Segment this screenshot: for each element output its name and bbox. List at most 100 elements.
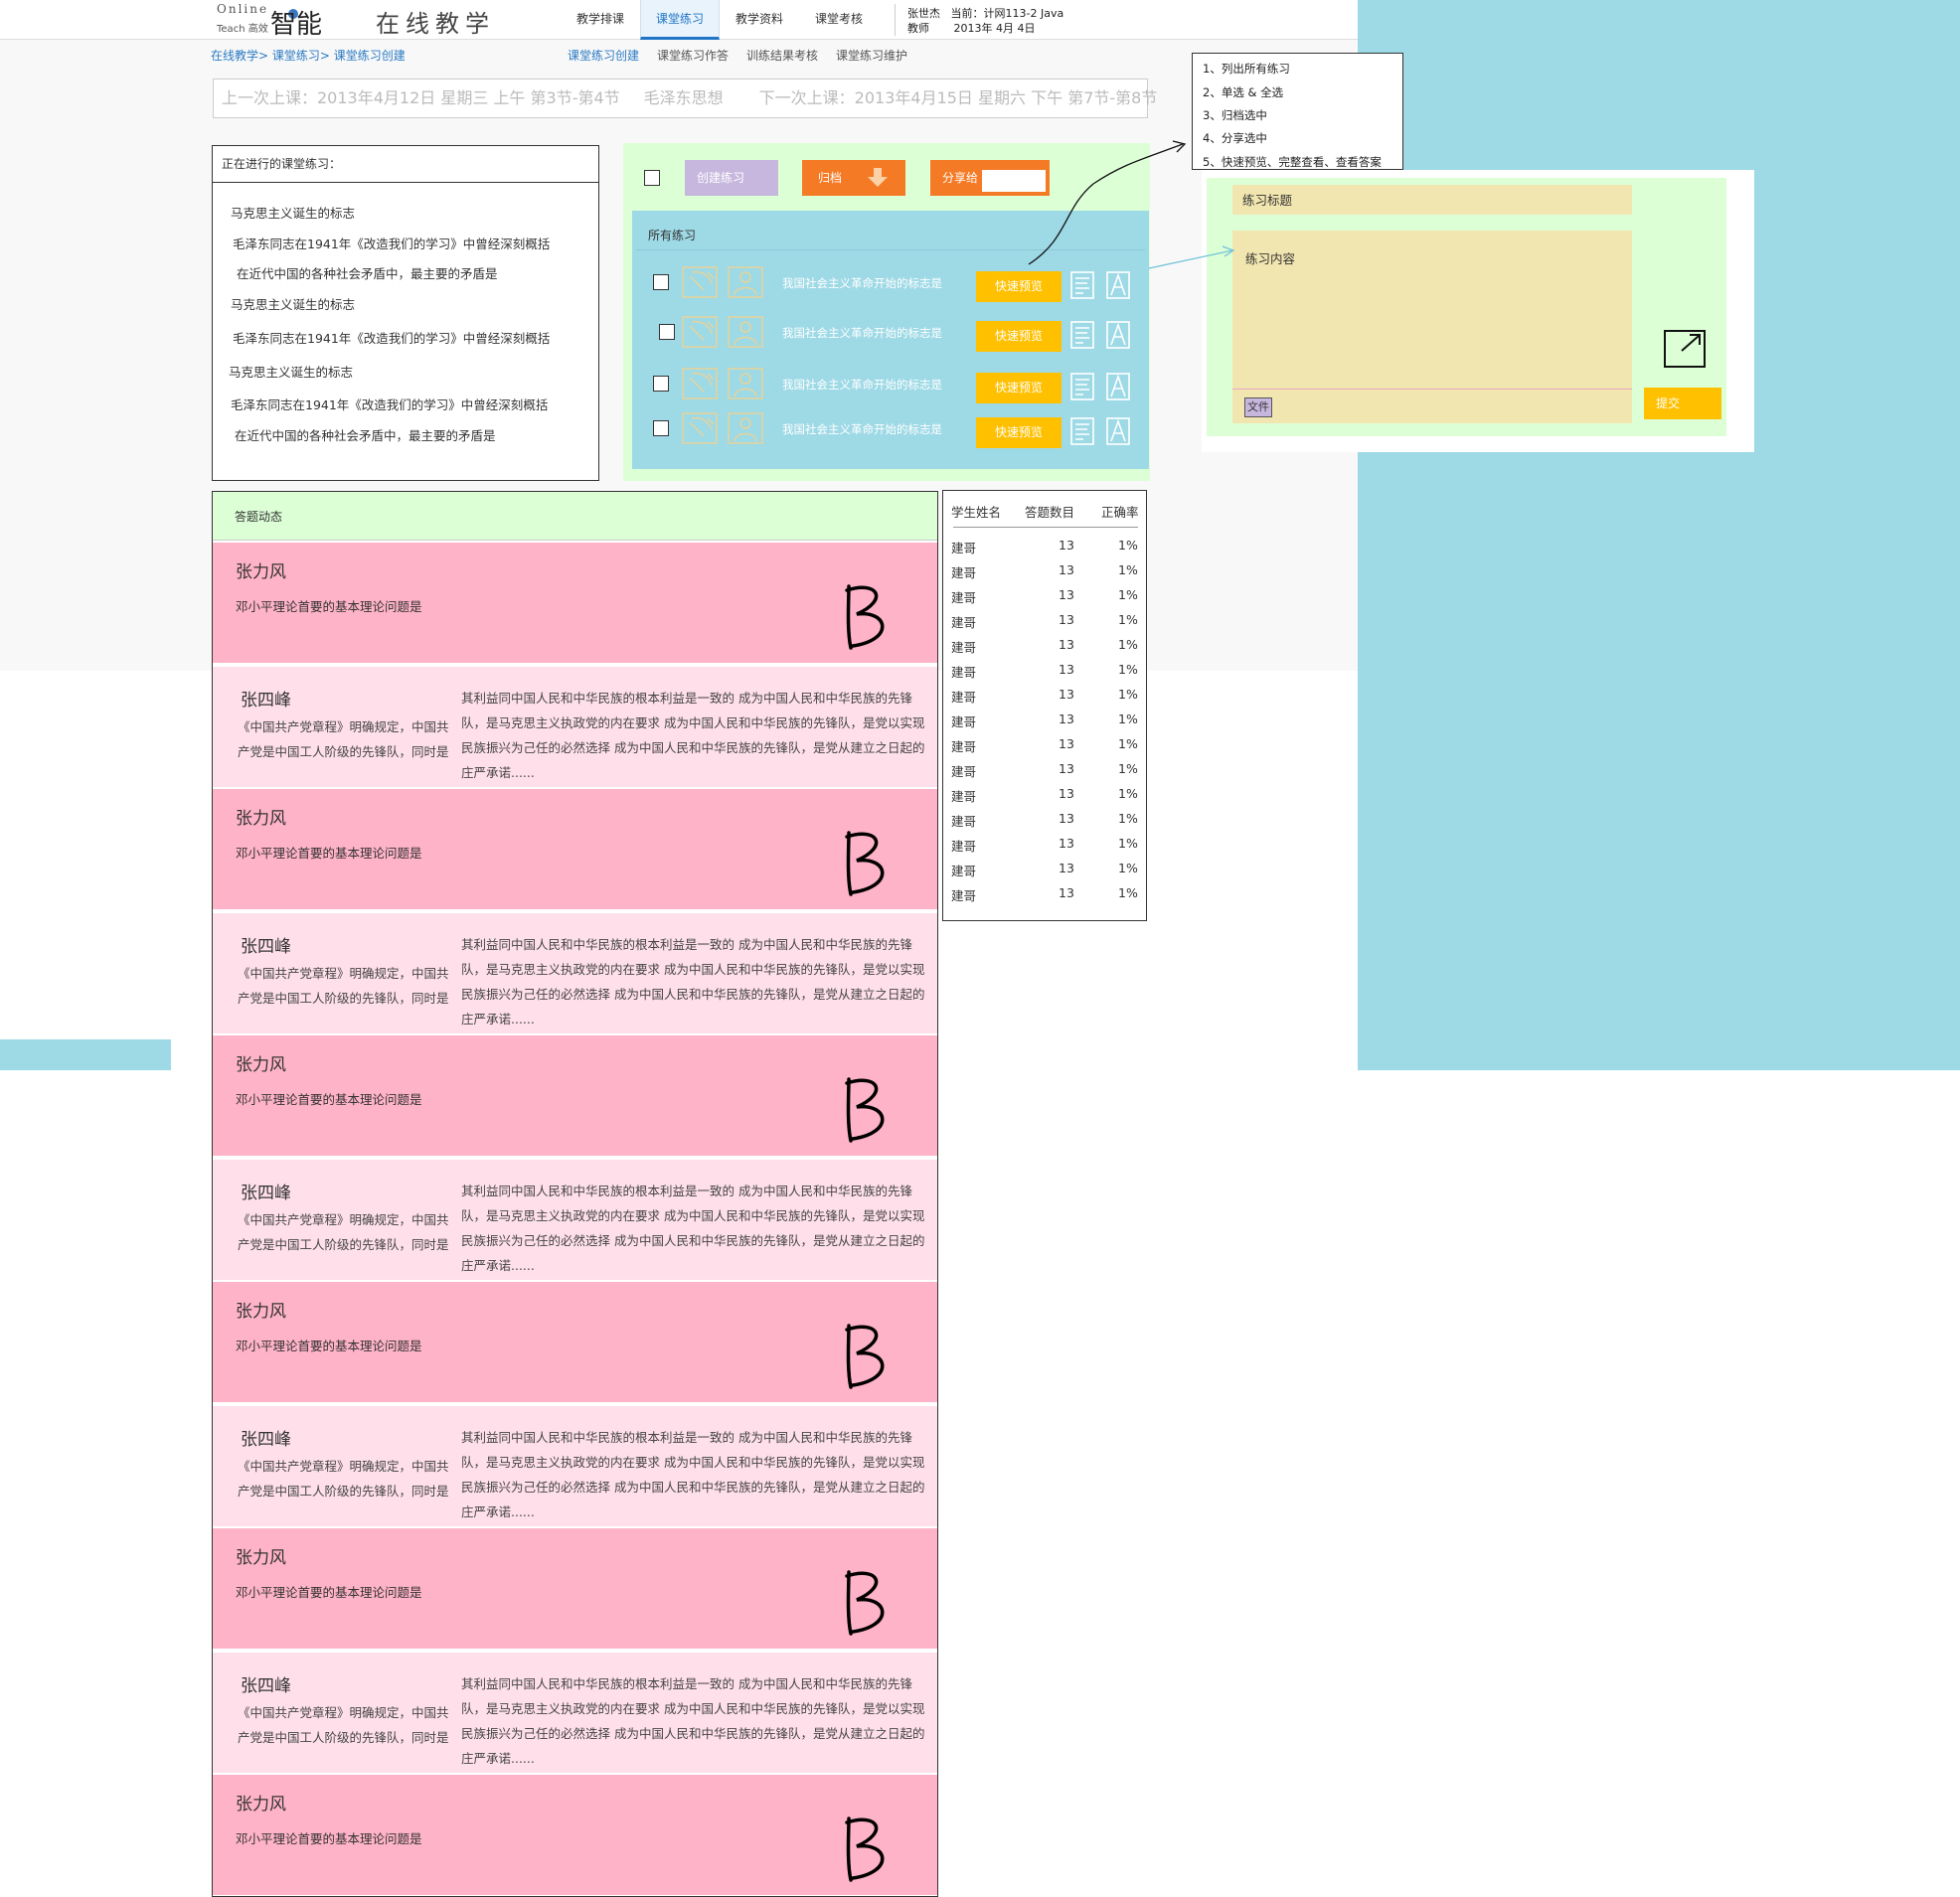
student-name: 张力风 (236, 1302, 286, 1322)
stat-accuracy: 1% (1118, 885, 1138, 900)
ongoing-item[interactable]: 在近代中国的各种社会矛盾中，最主要的矛盾是 (235, 425, 496, 444)
student-name: 张四峰 (241, 1676, 291, 1696)
answer-card[interactable]: 张力风 邓小平理论首要的基本理论问题是 (213, 1035, 937, 1156)
student-icon[interactable] (728, 412, 763, 444)
stat-count: 13 (1059, 637, 1074, 652)
answer-icon[interactable] (1105, 372, 1133, 401)
answer-icon[interactable] (1105, 270, 1133, 300)
stat-accuracy: 1% (1118, 736, 1138, 751)
exercise-checkbox[interactable] (653, 376, 669, 392)
full-view-icon[interactable] (1069, 372, 1097, 401)
exercise-content-label: 练习内容 (1245, 251, 1296, 266)
full-view-icon[interactable] (1069, 416, 1097, 446)
answer-icon[interactable] (1105, 416, 1133, 446)
ongoing-item[interactable]: 马克思主义诞生的标志 (231, 203, 355, 222)
student-icon[interactable] (728, 316, 763, 348)
exercise-title[interactable]: 我国社会主义革命开始的标志是 (782, 325, 942, 341)
nav-materials[interactable]: 教学资料 (724, 0, 795, 40)
exercise-title[interactable]: 我国社会主义革命开始的标志是 (782, 421, 942, 437)
ongoing-item[interactable]: 毛泽东同志在1941年《改造我们的学习》中曾经深刻概括 (233, 234, 550, 252)
full-view-icon[interactable] (1069, 320, 1097, 350)
question-text: 邓小平理论首要的基本理论问题是 (236, 1831, 422, 1846)
quick-preview-button[interactable]: 快速预览 (976, 373, 1062, 403)
student-name: 张四峰 (241, 691, 291, 711)
ongoing-item[interactable]: 马克思主义诞生的标志 (231, 294, 355, 313)
select-all-checkbox[interactable] (644, 170, 660, 186)
logo-online-text: Online (217, 2, 269, 16)
ongoing-item[interactable]: 毛泽东同志在1941年《改造我们的学习》中曾经深刻概括 (233, 328, 550, 347)
subnav-create[interactable]: 课堂练习创建 (568, 47, 639, 64)
stat-count: 13 (1059, 587, 1074, 602)
student-name: 张四峰 (241, 1430, 291, 1450)
ongoing-item[interactable]: 马克思主义诞生的标志 (229, 362, 353, 381)
answer-card[interactable]: 张四峰《中国共产党章程》明确规定，中国共产党是中国工人阶级的先锋队，同时是中国人… (213, 1653, 937, 1773)
stat-count: 13 (1059, 861, 1074, 875)
answer-text: 其利益同中国人民和中华民族的根本利益是一致的 成为中国人民和中华民族的先锋队，是… (461, 937, 925, 1027)
answer-icon[interactable] (1105, 320, 1133, 350)
answer-card[interactable]: 张四峰《中国共产党章程》明确规定，中国共产党是中国工人阶级的先锋队，同时是中国人… (213, 1406, 937, 1526)
logo-brand: 智能 (270, 10, 323, 40)
subnav-answer[interactable]: 课堂练习作答 (657, 47, 729, 64)
exercise-title-input[interactable]: 练习标题 (1232, 185, 1632, 215)
exercise-title[interactable]: 我国社会主义革命开始的标志是 (782, 275, 942, 291)
ongoing-item[interactable]: 在近代中国的各种社会矛盾中，最主要的矛盾是 (237, 263, 498, 282)
grade-mark (845, 1817, 885, 1882)
ongoing-item[interactable]: 毛泽东同志在1941年《改造我们的学习》中曾经深刻概括 (231, 395, 548, 413)
exercise-checkbox[interactable] (653, 420, 669, 436)
share-target-input[interactable] (982, 170, 1046, 192)
stat-accuracy: 1% (1118, 711, 1138, 726)
archive-button[interactable]: 归档 (802, 160, 905, 196)
expand-icon[interactable] (1662, 327, 1710, 371)
exercise-edit-icon[interactable] (682, 266, 718, 298)
answer-card[interactable]: 张力风邓小平理论首要的基本理论问题是 (213, 1282, 937, 1402)
stat-accuracy: 1% (1118, 687, 1138, 702)
answer-excerpt: 《中国共产党章程》明确规定，中国共产党是中国工人阶级的先锋队，同时是中国人民和中… (238, 1212, 449, 1263)
exercise-checkbox[interactable] (653, 274, 669, 290)
answer-card[interactable]: 张力风 邓小平理论首要的基本理论问题是 (213, 1775, 937, 1895)
student-name: 张四峰 (241, 1184, 291, 1203)
student-icon[interactable] (728, 266, 763, 298)
answer-excerpt: 《中国共产党章程》明确规定，中国共产党是中国工人阶级的先锋队，同时是中国人民和中… (238, 1459, 449, 1509)
question-text: 邓小平理论首要的基本理论问题是 (236, 1339, 422, 1353)
breadcrumb-home[interactable]: 在线教学> (211, 49, 268, 63)
note-item: 4、分享选中 (1203, 131, 1267, 145)
stat-student: 建哥 (951, 739, 977, 754)
exercise-title[interactable]: 我国社会主义革命开始的标志是 (782, 377, 942, 393)
answer-card[interactable]: 张四峰《中国共产党章程》明确规定，中国共产党是中国工人阶级的先锋队，同时是中国人… (213, 667, 937, 787)
stat-accuracy: 1% (1118, 861, 1138, 875)
nav-assessment[interactable]: 课堂考核 (803, 0, 875, 40)
question-text: 邓小平理论首要的基本理论问题是 (236, 599, 422, 614)
subnav-results[interactable]: 训练结果考核 (746, 47, 818, 64)
student-name: 张力风 (236, 562, 286, 582)
subnav-maintain[interactable]: 课堂练习维护 (836, 47, 907, 64)
answer-card[interactable]: 张力风 邓小平理论首要的基本理论问题是 (213, 789, 937, 909)
nav-schedule[interactable]: 教学排课 (565, 0, 636, 40)
exercise-edit-icon[interactable] (682, 368, 718, 399)
quick-preview-button[interactable]: 快速预览 (976, 417, 1062, 448)
stat-student: 建哥 (951, 590, 977, 605)
answer-card[interactable]: 张力风 邓小平理论首要的基本理论问题是 (213, 1528, 937, 1649)
next-lesson: 下一次上课：2013年4月15日 星期六 下午 第7节-第8节 (758, 88, 1158, 107)
exercise-checkbox[interactable] (659, 324, 675, 340)
answer-card[interactable]: 张四峰《中国共产党章程》明确规定，中国共产党是中国工人阶级的先锋队，同时是中国人… (213, 1160, 937, 1280)
answer-excerpt: 《中国共产党章程》明确规定，中国共产党是中国工人阶级的先锋队，同时是中国人民和中… (238, 966, 449, 1017)
exercise-edit-icon[interactable] (682, 412, 718, 444)
quick-preview-button[interactable]: 快速预览 (976, 321, 1062, 352)
answer-card[interactable]: 张四峰《中国共产党章程》明确规定，中国共产党是中国工人阶级的先锋队，同时是中国人… (213, 913, 937, 1033)
breadcrumb-exercise[interactable]: 课堂练习> (272, 49, 330, 63)
exercise-edit-icon[interactable] (682, 316, 718, 348)
submit-button[interactable]: 提交 (1644, 388, 1721, 419)
quick-preview-button[interactable]: 快速预览 (976, 271, 1062, 302)
stat-count: 13 (1059, 562, 1074, 577)
student-icon[interactable] (728, 368, 763, 399)
create-exercise-button[interactable]: 创建练习 (685, 160, 778, 196)
full-view-icon[interactable] (1069, 270, 1097, 300)
attach-file-button[interactable]: 文件 (1244, 397, 1272, 417)
nav-exercise[interactable]: 课堂练习 (640, 0, 720, 40)
stat-accuracy: 1% (1118, 562, 1138, 577)
answer-card[interactable]: 张力风邓小平理论首要的基本理论问题是 (213, 543, 937, 663)
breadcrumb-current[interactable]: 课堂练习创建 (334, 49, 406, 63)
student-name: 张力风 (236, 809, 286, 829)
question-text: 邓小平理论首要的基本理论问题是 (236, 1092, 422, 1107)
logo-teach-text: Teach 高效 (217, 24, 268, 35)
